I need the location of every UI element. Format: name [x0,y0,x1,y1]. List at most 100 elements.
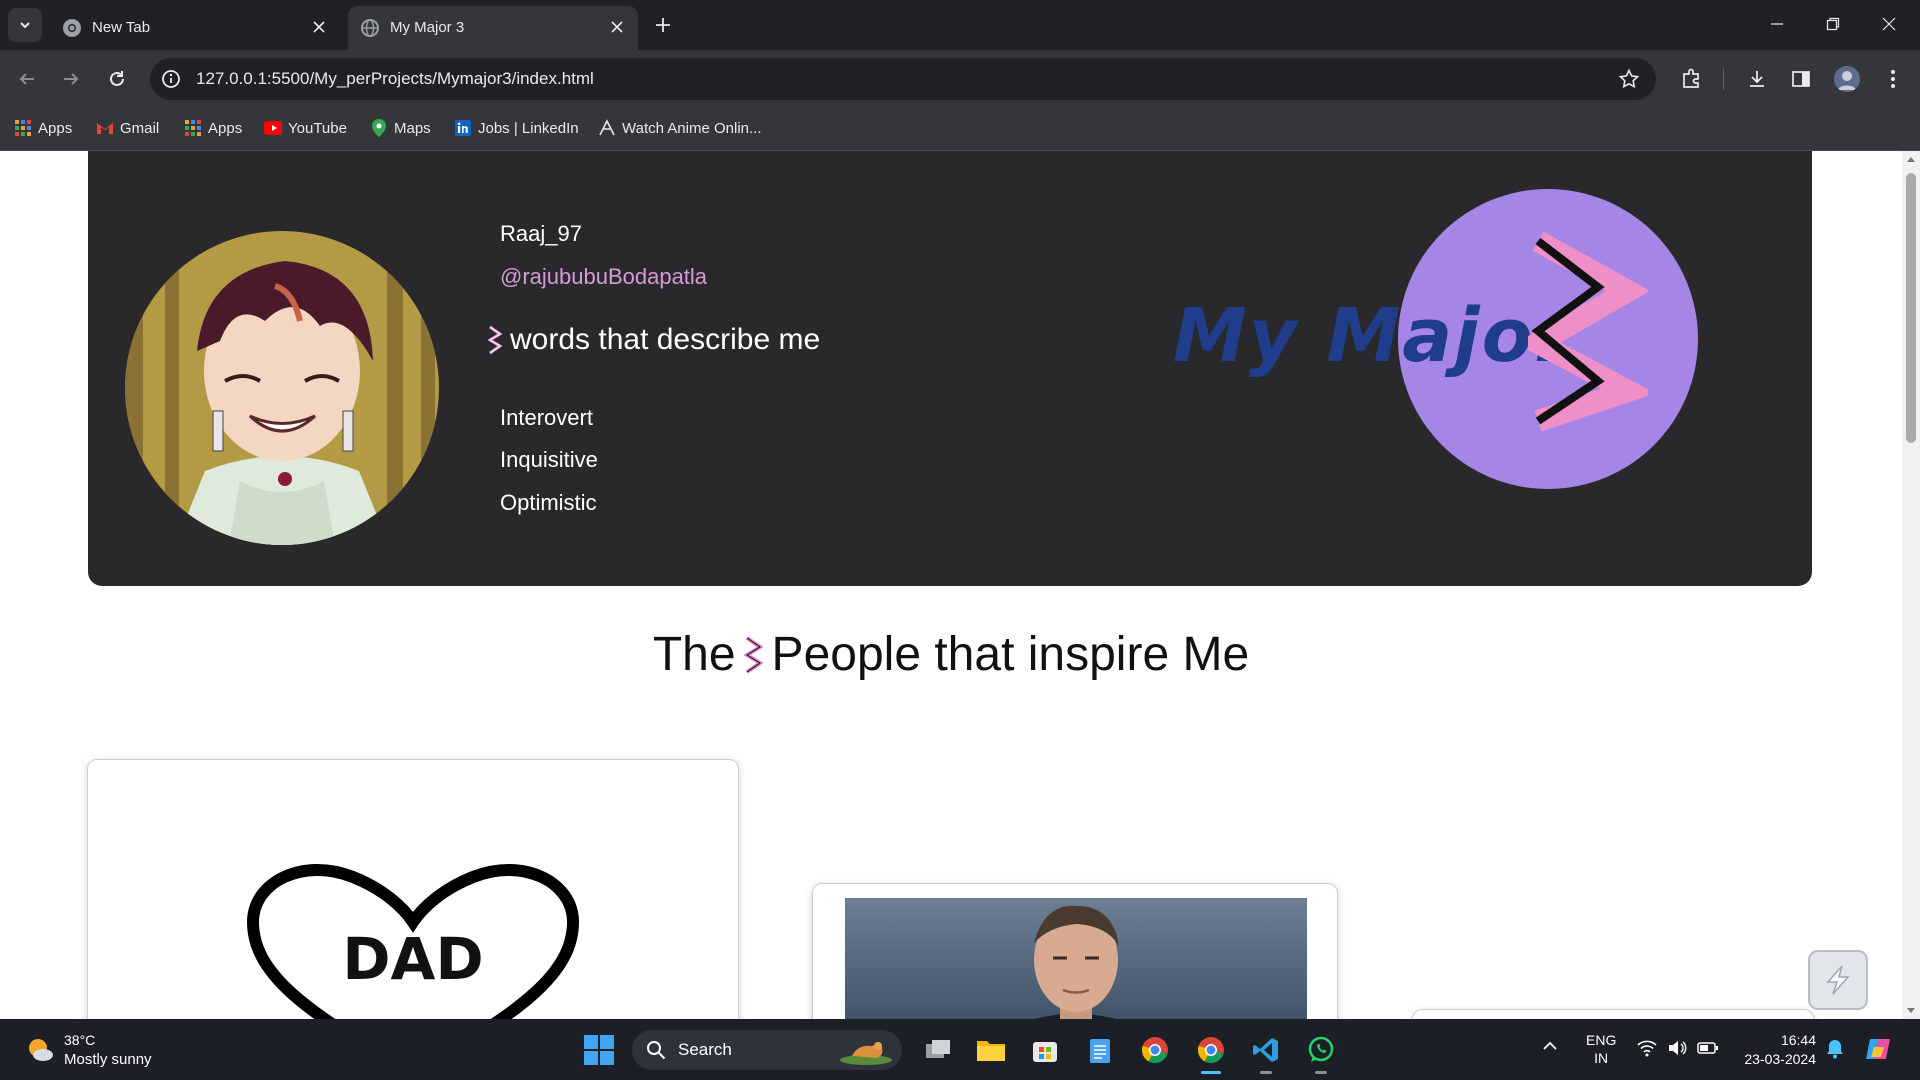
taskbar-task-view[interactable] [920,1032,956,1068]
bookmark-maps[interactable]: Maps [370,117,431,139]
page-scrollbar[interactable] [1902,151,1920,1019]
bell-icon [1826,1039,1844,1059]
apps-grid-icon [184,119,202,137]
running-indicator [1315,1071,1327,1074]
language-line: IN [1594,1050,1609,1066]
extensions-icon[interactable] [1678,66,1704,92]
bookmark-watch-anime[interactable]: Watch Anime Onlin... [598,117,762,139]
copilot-button[interactable] [1864,1035,1894,1063]
gmail-icon [96,119,114,137]
search-label: Search [678,1040,732,1059]
weather-temp: 38°C [64,1032,96,1048]
inspiration-card-dad[interactable]: DAD [87,759,739,1019]
dad-label: DAD [342,925,484,993]
map-pin-icon [370,119,388,137]
tab-new-tab[interactable]: New Tab [50,6,340,50]
bookmark-label: Jobs | LinkedIn [478,119,579,137]
profile-handle[interactable]: @rajububuBodapatla [500,264,707,290]
taskbar-clock[interactable]: 16:44 23-03-2024 [1744,1031,1816,1069]
system-tray-icons[interactable] [1637,1039,1719,1057]
close-window-button[interactable] [1866,0,1912,48]
bookmark-star-icon[interactable] [1618,68,1640,90]
taskbar-vscode[interactable] [1248,1032,1284,1074]
info-icon[interactable] [160,68,182,90]
taskbar-store[interactable] [1027,1032,1063,1068]
tab-title: My Major 3 [390,19,465,36]
notepad-icon [1088,1036,1112,1064]
minimize-icon [1770,17,1784,31]
taskbar-chrome[interactable] [1137,1032,1173,1068]
trait-item: Optimistic [500,490,597,515]
zigzag-logo-icon [488,325,502,355]
bookmark-youtube[interactable]: YouTube [264,117,347,139]
bookmark-linkedin[interactable]: Jobs | LinkedIn [454,117,579,139]
zigzag-logo-icon [743,635,764,675]
scrollbar-thumb[interactable] [1906,173,1916,443]
brand-logo-text: My Major [1173,293,1573,379]
wifi-icon [1637,1039,1657,1057]
windows-taskbar: 38°C Mostly sunny Search ENG IN 16:44 23… [0,1019,1920,1080]
taskbar-notepad[interactable] [1082,1032,1118,1068]
store-icon [1031,1036,1059,1064]
bookmark-apps[interactable]: Apps [14,117,72,139]
profile-avatar[interactable] [1834,66,1860,92]
language-indicator[interactable]: ENG IN [1586,1031,1616,1067]
active-indicator [1201,1071,1221,1074]
vscode-icon [1252,1036,1280,1064]
close-icon[interactable] [310,18,328,36]
inspire-heading-text: People that inspire Me [771,628,1250,681]
scroll-up-icon[interactable] [1906,155,1916,163]
bookmark-label: Apps [208,119,243,137]
page-viewport: Raaj_97 @rajububuBodapatla words that de… [0,151,1902,1019]
taskbar-file-explorer[interactable] [973,1032,1009,1068]
forward-button[interactable] [56,64,86,94]
youtube-icon [264,119,282,137]
tab-my-major-3[interactable]: My Major 3 [348,6,638,50]
tab-title: New Tab [92,19,151,36]
minimize-button[interactable] [1754,0,1800,48]
url-text[interactable]: 127.0.0.1:5500/My_perProjects/Mymajor3/i… [196,69,594,89]
inspiration-card-person[interactable] [812,883,1338,1019]
language-line: ENG [1586,1032,1617,1048]
volume-icon [1667,1039,1687,1057]
quick-action-button[interactable] [1808,950,1868,1010]
clock-time: 16:44 [1780,1032,1816,1048]
notification-button[interactable] [1826,1039,1844,1059]
download-icon[interactable] [1744,66,1770,92]
profile-picture [125,231,439,545]
toolbar-divider [1723,68,1724,90]
chrome-icon [62,18,82,38]
restore-button[interactable] [1810,0,1856,48]
anime-site-icon [598,119,616,137]
tray-overflow-button[interactable] [1542,1039,1558,1051]
chevron-up-icon [1542,1039,1558,1051]
restore-icon [1826,17,1840,31]
chevron-down-icon [18,18,32,32]
lightning-icon [1822,964,1854,996]
side-panel-icon[interactable] [1788,66,1814,92]
chrome-icon [1197,1036,1225,1064]
battery-icon [1697,1039,1719,1057]
scroll-down-icon[interactable] [1906,1007,1916,1015]
globe-icon [360,18,380,38]
person-photo [845,898,1307,1019]
linkedin-icon [454,119,472,137]
back-button[interactable] [12,64,42,94]
inspiration-card-third[interactable] [1412,1009,1814,1019]
address-bar[interactable]: 127.0.0.1:5500/My_perProjects/Mymajor3/i… [150,58,1656,100]
taskbar-whatsapp[interactable] [1303,1032,1339,1074]
weather-widget[interactable]: 38°C Mostly sunny [24,1031,152,1069]
bookmark-label: Maps [394,119,431,137]
inspire-heading: The People that inspire Me [0,627,1902,682]
kebab-menu-icon[interactable] [1880,66,1906,92]
new-tab-button[interactable] [650,12,676,38]
taskbar-search[interactable]: Search [632,1030,902,1070]
taskbar-chrome-profile[interactable] [1193,1032,1229,1074]
windows-start-button[interactable] [584,1035,614,1065]
bookmark-apps-2[interactable]: Apps [184,117,242,139]
reload-button[interactable] [102,64,132,94]
tab-search-button[interactable] [8,8,42,42]
close-icon[interactable] [608,18,626,36]
bookmark-gmail[interactable]: Gmail [96,117,159,139]
arrow-left-icon [17,69,37,89]
